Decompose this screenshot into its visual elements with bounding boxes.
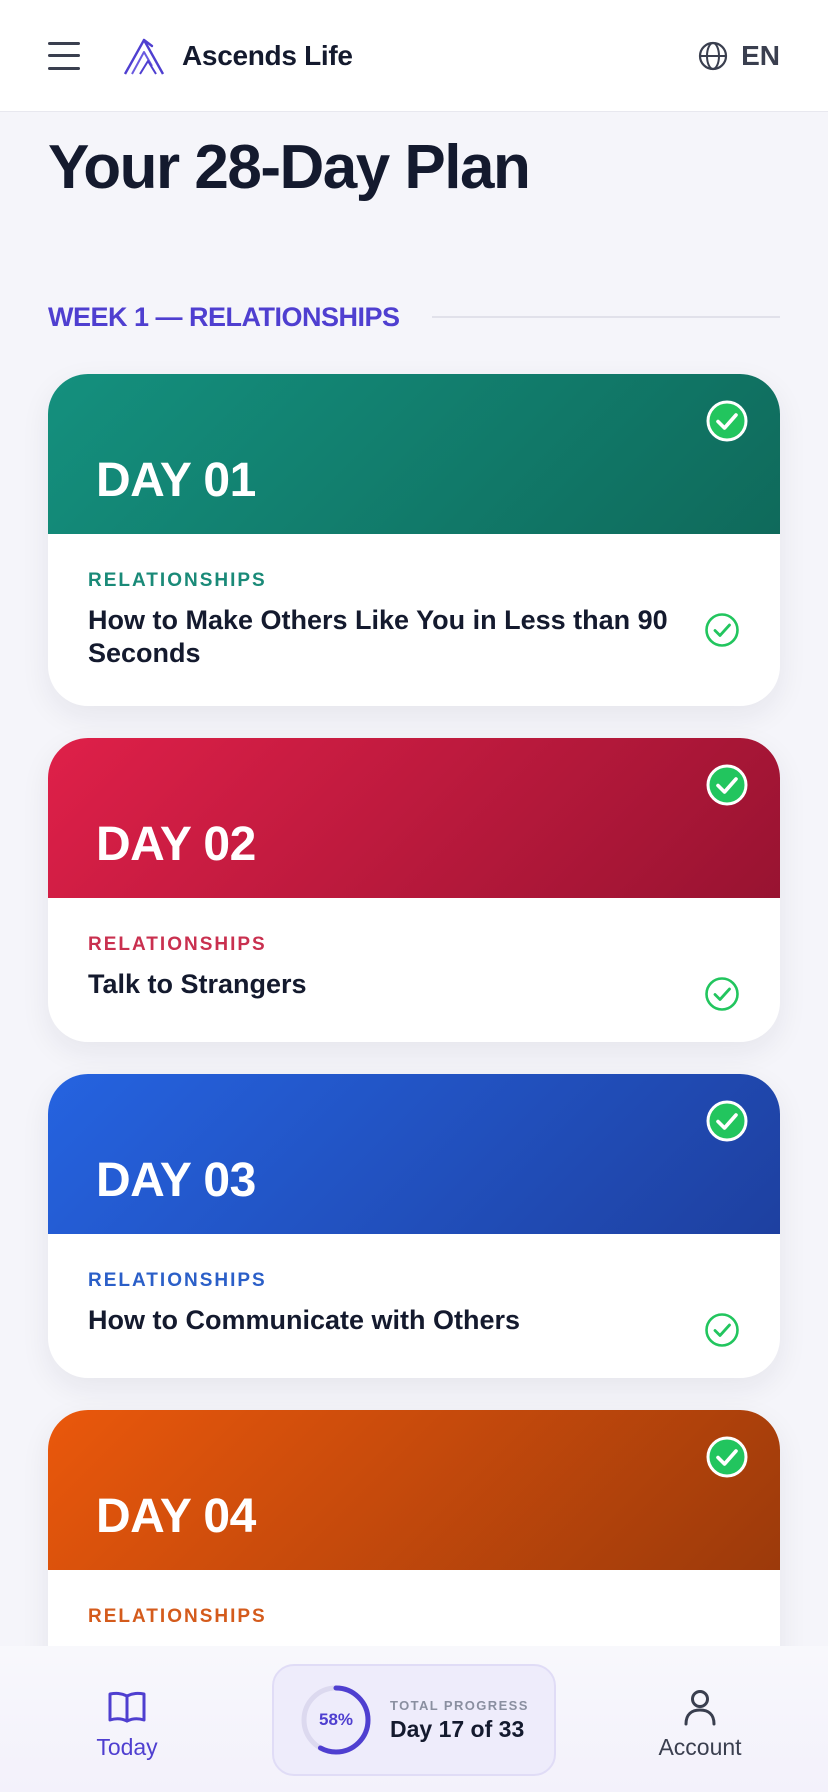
menu-icon bbox=[48, 41, 80, 45]
completed-check-icon bbox=[706, 1100, 748, 1142]
day-label: DAY 04 bbox=[96, 1490, 256, 1543]
day-label: DAY 02 bbox=[96, 818, 256, 871]
language-code: EN bbox=[741, 39, 780, 71]
check-circle-icon bbox=[705, 613, 739, 647]
globe-icon bbox=[698, 41, 728, 70]
day-card-02[interactable]: DAY 02 RELATIONSHIPS Talk to Strangers bbox=[48, 738, 780, 1042]
day-card-body: RELATIONSHIPS How to Communicate with Ot… bbox=[48, 1234, 780, 1347]
check-circle-icon bbox=[705, 1313, 739, 1347]
language-selector[interactable]: EN bbox=[697, 40, 780, 72]
divider-line bbox=[431, 316, 780, 318]
day-card-header: DAY 03 bbox=[48, 1074, 780, 1234]
check-circle-icon bbox=[705, 977, 739, 1011]
top-bar: Ascends Life EN bbox=[0, 0, 828, 112]
menu-button[interactable] bbox=[48, 41, 80, 70]
completed-check-icon bbox=[706, 1436, 748, 1478]
lesson-title: How to Communicate with Others bbox=[88, 1305, 521, 1335]
day-card-01[interactable]: DAY 01 RELATIONSHIPS How to Make Others … bbox=[48, 374, 780, 706]
page-title: Your 28-Day Plan bbox=[48, 133, 531, 202]
week-header: WEEK 1 — RELATIONSHIPS bbox=[48, 298, 780, 336]
brand-name: Ascends Life bbox=[182, 39, 353, 71]
day-label: DAY 03 bbox=[96, 1154, 256, 1207]
completed-check-icon bbox=[706, 764, 748, 806]
bottom-nav: Today 58% TOTAL PROGRESS Day 17 of 33 Ac… bbox=[0, 1646, 828, 1792]
day-card-header: DAY 01 bbox=[48, 374, 780, 534]
progress-info: TOTAL PROGRESS Day 17 of 33 bbox=[390, 1698, 529, 1743]
lesson-title: How to Make Others Like You in Less than… bbox=[88, 605, 668, 668]
day-card-header: DAY 02 bbox=[48, 738, 780, 898]
progress-ring: 58% bbox=[300, 1684, 372, 1756]
category-label: RELATIONSHIPS bbox=[88, 1270, 267, 1291]
nav-account[interactable]: Account bbox=[652, 1686, 748, 1761]
progress-caption: TOTAL PROGRESS bbox=[390, 1697, 529, 1713]
nav-today[interactable]: Today bbox=[86, 1686, 168, 1761]
nav-today-label: Today bbox=[96, 1734, 158, 1760]
day-card-header: DAY 04 bbox=[48, 1410, 780, 1570]
nav-account-label: Account bbox=[658, 1734, 742, 1760]
day-label: DAY 01 bbox=[96, 454, 256, 507]
day-card-body: RELATIONSHIPS How to Make Others Like Yo… bbox=[48, 534, 780, 670]
progress-value: Day 17 of 33 bbox=[390, 1715, 525, 1742]
week-label: WEEK 1 — RELATIONSHIPS bbox=[48, 301, 400, 332]
category-label: RELATIONSHIPS bbox=[88, 570, 267, 591]
mountain-logo-icon bbox=[123, 38, 165, 75]
category-label: RELATIONSHIPS bbox=[88, 1606, 267, 1627]
total-progress-widget[interactable]: 58% TOTAL PROGRESS Day 17 of 33 bbox=[272, 1664, 556, 1776]
lesson-title: Talk to Strangers bbox=[88, 969, 307, 999]
book-open-icon bbox=[108, 1691, 146, 1723]
app-logo[interactable] bbox=[122, 34, 166, 78]
day-card-body: RELATIONSHIPS bbox=[48, 1570, 780, 1628]
user-icon bbox=[684, 1690, 716, 1726]
completed-check-icon bbox=[706, 400, 748, 442]
day-card-03[interactable]: DAY 03 RELATIONSHIPS How to Communicate … bbox=[48, 1074, 780, 1378]
category-label: RELATIONSHIPS bbox=[88, 934, 267, 955]
progress-percent: 58% bbox=[318, 1710, 354, 1729]
day-card-body: RELATIONSHIPS Talk to Strangers bbox=[48, 898, 780, 1011]
